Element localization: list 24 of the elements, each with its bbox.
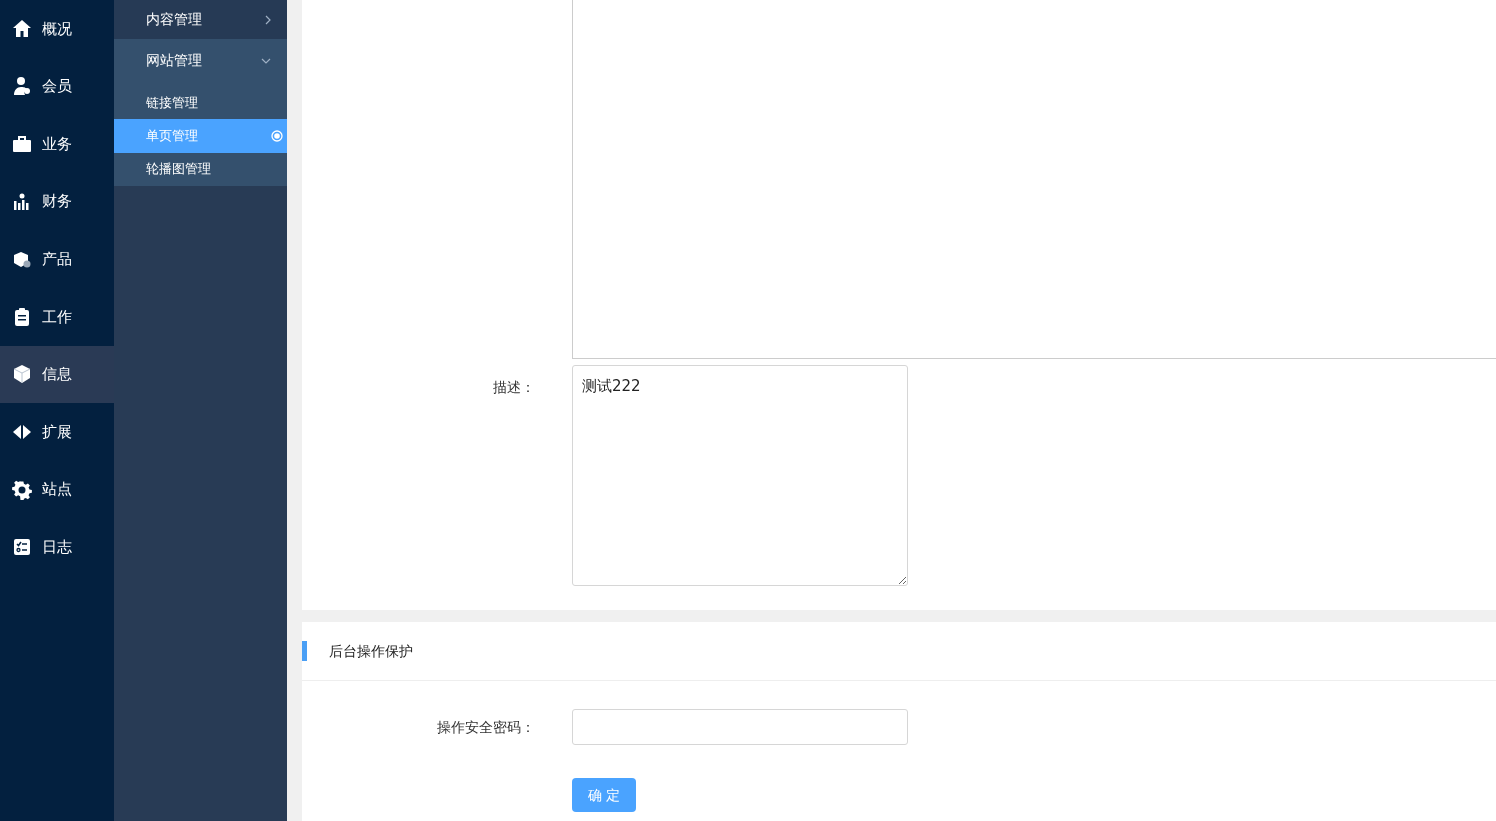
accent-bar [302, 641, 307, 661]
field-label: 描述： [493, 378, 535, 397]
cube-icon [12, 364, 32, 385]
nav-item[interactable]: 信息 [0, 345, 114, 404]
chevron-right-icon [265, 14, 271, 25]
bar-chart-icon [12, 191, 32, 212]
settings-icon [12, 479, 32, 500]
description-field[interactable]: 测试222 [572, 365, 908, 586]
radio-selected-icon [271, 129, 283, 142]
checklist-icon [12, 537, 32, 558]
editor-area[interactable] [572, 0, 1496, 359]
menu-group[interactable]: 内容管理 [114, 0, 287, 39]
chevron-down-icon [261, 57, 271, 64]
section-title: 后台操作保护 [329, 641, 413, 661]
field-label: 操作安全密码： [437, 717, 535, 737]
clipboard-icon [12, 306, 32, 327]
cube-icon [12, 249, 32, 270]
user-icon [12, 76, 32, 97]
menu-group[interactable]: 网站管理 [114, 39, 287, 82]
home-icon [12, 18, 32, 39]
submenu-item[interactable]: 链接管理 [114, 86, 287, 120]
submenu-item[interactable]: 轮播图管理 [114, 152, 287, 186]
password-field[interactable] [572, 709, 908, 745]
briefcase-icon [12, 134, 32, 154]
